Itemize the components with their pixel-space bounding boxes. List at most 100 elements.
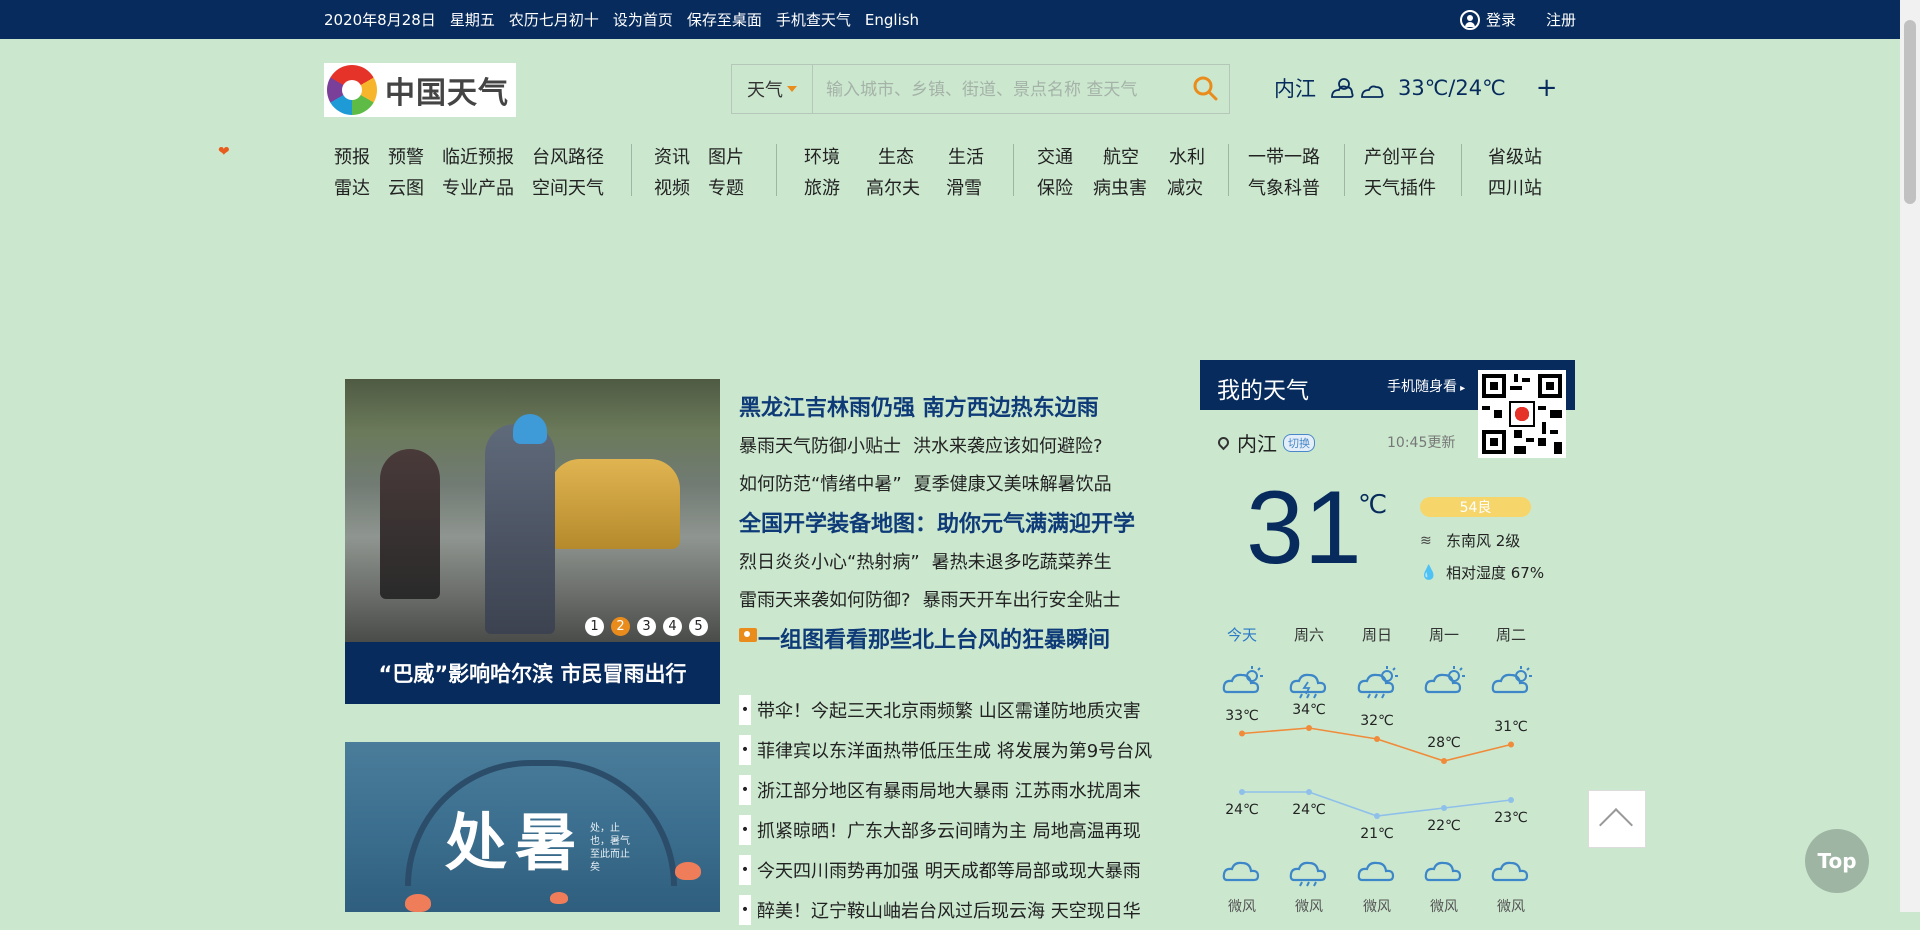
nav-disaster-reduction[interactable]: 减灾: [1167, 174, 1203, 200]
back-to-top-button[interactable]: Top: [1805, 829, 1869, 893]
nav-pests[interactable]: 病虫害: [1093, 174, 1147, 200]
nav-innovation-platform[interactable]: 产创平台: [1364, 143, 1436, 169]
nav-ecology[interactable]: 生态: [878, 143, 914, 169]
list-item[interactable]: • 带伞！今起三天北京雨频繁 山区需谨防地质灾害: [739, 690, 1152, 730]
nav-group-news: 资讯 图片 视频 专题: [654, 140, 744, 202]
page-scrollbar[interactable]: [1900, 0, 1920, 912]
mobile-view-link[interactable]: 手机随身看: [1387, 376, 1465, 396]
header-weather[interactable]: 内江 33℃/24℃ +: [1274, 72, 1557, 104]
nav-belt-road[interactable]: 一带一路: [1248, 143, 1320, 169]
nav-warning[interactable]: 预警: [388, 143, 424, 169]
headline-sub-link[interactable]: 如何防范“情绪中暑”: [739, 474, 902, 495]
nav-environment[interactable]: 环境: [804, 143, 840, 169]
location-pin-icon: [1215, 434, 1232, 451]
carousel-dot[interactable]: 5: [689, 617, 708, 636]
carousel-dot-active[interactable]: 2: [611, 617, 630, 636]
list-item[interactable]: • 浙江部分地区有暴雨局地大暴雨 江苏雨水扰周末: [739, 770, 1152, 810]
forecast-day-label[interactable]: 周日: [1347, 624, 1407, 645]
nav-sichuan-site[interactable]: 四川站: [1488, 174, 1542, 200]
headline-sub-link[interactable]: 暴雨天开车出行安全贴士: [923, 590, 1121, 611]
nav-typhoon-path[interactable]: 台风路径: [532, 143, 604, 169]
carousel-dots: 1 2 3 4 5: [585, 617, 708, 636]
headline-sub-link[interactable]: 洪水来袭应该如何避险?: [913, 436, 1103, 457]
carousel-photo[interactable]: [345, 379, 720, 642]
save-desktop-link[interactable]: 保存至桌面: [687, 9, 762, 30]
list-item-link[interactable]: 菲律宾以东洋面热带低压生成 将发展为第9号台风: [757, 737, 1152, 763]
headline-link[interactable]: 全国开学装备地图：助你元气满满迎开学: [739, 506, 1135, 538]
search-icon[interactable]: [1192, 75, 1218, 101]
carousel-dot[interactable]: 1: [585, 617, 604, 636]
nav-skiing[interactable]: 滑雪: [946, 174, 982, 200]
high-temp-point: [1441, 758, 1447, 764]
headline-link[interactable]: 黑龙江吉林雨仍强 南方西边热东边雨: [739, 390, 1099, 422]
nav-life[interactable]: 生活: [948, 143, 984, 169]
nav-group-provincial: 省级站 四川站: [1488, 140, 1542, 202]
list-item[interactable]: • 抓紧晾晒！广东大部多云间晴为主 局地高温再现: [739, 810, 1152, 850]
list-item[interactable]: • 菲律宾以东洋面热带低压生成 将发展为第9号台风: [739, 730, 1152, 770]
headline-sub-row: 暴雨天气防御小贴士 洪水来袭应该如何避险?: [739, 432, 1103, 458]
forecast-high-temp: 34℃: [1292, 702, 1326, 718]
forecast-day-label[interactable]: 周二: [1481, 624, 1541, 645]
nav-forecast[interactable]: 预报: [334, 143, 370, 169]
scroll-up-button[interactable]: [1588, 790, 1646, 848]
heart-icon[interactable]: ❤: [218, 144, 230, 160]
headline-sub-link[interactable]: 烈日炎炎小心“热射病”: [739, 552, 920, 573]
english-link[interactable]: English: [865, 11, 919, 29]
nav-nowcast[interactable]: 临近预报: [442, 143, 514, 169]
forecast-low-temp: 23℃: [1494, 810, 1528, 826]
switch-city-button[interactable]: 切换: [1283, 433, 1315, 452]
list-item-link[interactable]: 浙江部分地区有暴雨局地大暴雨 江苏雨水扰周末: [757, 777, 1141, 803]
add-city-button[interactable]: +: [1536, 73, 1558, 103]
nav-travel[interactable]: 旅游: [804, 174, 840, 200]
list-item-link[interactable]: 抓紧晾晒！广东大部多云间晴为主 局地高温再现: [757, 817, 1141, 843]
list-item[interactable]: • 醉美！辽宁鞍山岫岩台风过后现云海 天空现日华: [739, 890, 1152, 930]
headline-sub-link[interactable]: 暴雨天气防御小贴士: [739, 436, 901, 457]
search-type-select[interactable]: 天气: [732, 65, 813, 113]
set-homepage-link[interactable]: 设为首页: [613, 9, 673, 30]
nav-space-weather[interactable]: 空间天气: [532, 174, 604, 200]
header-city[interactable]: 内江: [1274, 73, 1316, 103]
nav-golf[interactable]: 高尔夫: [866, 174, 920, 200]
nav-topics[interactable]: 专题: [708, 174, 744, 200]
nav-news[interactable]: 资讯: [654, 143, 690, 169]
nav-insurance[interactable]: 保险: [1037, 174, 1073, 200]
register-link[interactable]: 注册: [1546, 9, 1576, 30]
nav-pro-products[interactable]: 专业产品: [442, 174, 514, 200]
scrollbar-thumb[interactable]: [1904, 20, 1916, 204]
nav-science[interactable]: 气象科普: [1248, 174, 1320, 200]
nav-weather-plugin[interactable]: 天气插件: [1364, 174, 1436, 200]
carousel-caption[interactable]: “巴威”影响哈尔滨 市民冒雨出行: [345, 642, 720, 704]
headline-sub-link[interactable]: 暑热未退多吃蔬菜养生: [932, 552, 1112, 573]
list-item-link[interactable]: 带伞！今起三天北京雨频繁 山区需谨防地质灾害: [757, 697, 1141, 723]
nav-provincial-sites[interactable]: 省级站: [1488, 143, 1542, 169]
site-logo[interactable]: 中国天气: [324, 63, 516, 117]
low-temp-point: [1508, 797, 1514, 803]
logo-text: 中国天气: [385, 76, 509, 111]
nav-pictures[interactable]: 图片: [708, 143, 744, 169]
lunar-date-text: 农历七月初十: [508, 11, 599, 29]
forecast-day-label[interactable]: 周一: [1414, 624, 1474, 645]
carousel-dot[interactable]: 3: [637, 617, 656, 636]
nav-traffic[interactable]: 交通: [1037, 143, 1073, 169]
list-item[interactable]: • 今天四川雨势再加强 明天成都等局部或现大暴雨: [739, 850, 1152, 890]
photo-headline-link[interactable]: 一组图看看那些北上台风的狂暴瞬间: [758, 622, 1110, 654]
partly-cloudy-sun-icon: [1491, 666, 1532, 694]
headline-sub-link[interactable]: 雷雨天来袭如何防御?: [739, 590, 911, 611]
nav-water[interactable]: 水利: [1169, 143, 1205, 169]
headline-sub-link[interactable]: 夏季健康又美味解暑饮品: [914, 474, 1112, 495]
list-item-link[interactable]: 今天四川雨势再加强 明天成都等局部或现大暴雨: [757, 857, 1141, 883]
news-carousel[interactable]: 1 2 3 4 5 “巴威”影响哈尔滨 市民冒雨出行: [345, 379, 720, 704]
nav-aviation[interactable]: 航空: [1103, 143, 1139, 169]
aqi-badge[interactable]: 54良: [1420, 497, 1531, 517]
search-input[interactable]: [824, 75, 1158, 105]
login-link[interactable]: 登录: [1486, 9, 1516, 30]
mobile-weather-link[interactable]: 手机查天气: [776, 9, 851, 30]
nav-video[interactable]: 视频: [654, 174, 690, 200]
forecast-day-label[interactable]: 今天: [1212, 624, 1272, 645]
solar-term-banner[interactable]: 处暑 处，止也，暑气至此而止矣: [345, 742, 720, 912]
list-item-link[interactable]: 醉美！辽宁鞍山岫岩台风过后现云海 天空现日华: [757, 897, 1141, 923]
nav-radar[interactable]: 雷达: [334, 174, 370, 200]
forecast-day-label[interactable]: 周六: [1279, 624, 1339, 645]
nav-cloud-image[interactable]: 云图: [388, 174, 424, 200]
carousel-dot[interactable]: 4: [663, 617, 682, 636]
